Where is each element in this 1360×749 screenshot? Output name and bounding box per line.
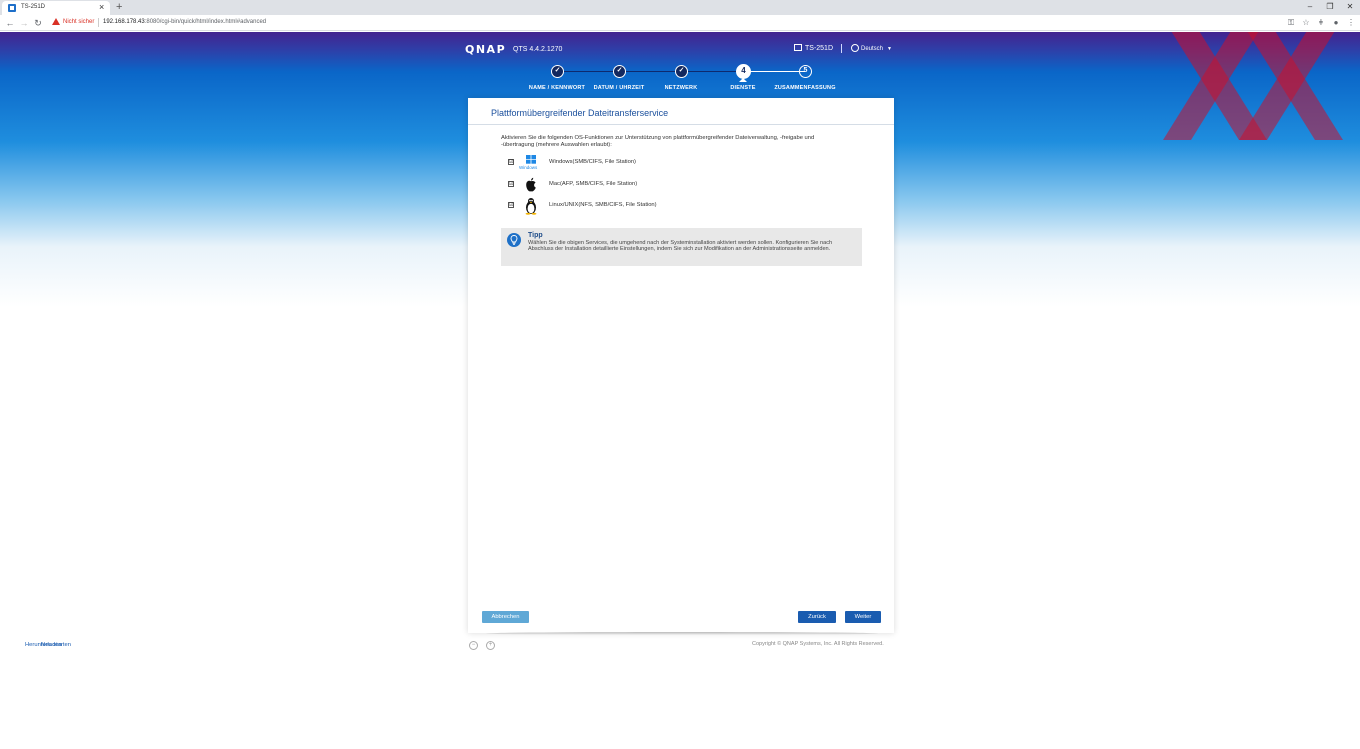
header: QNAP QTS 4.4.2.1270 TS-251D Deutsch ▼ [465,43,895,57]
security-label[interactable]: Nicht sicher [63,19,94,25]
panel-title: Plattformübergreifender Dateitransferser… [491,108,669,118]
intro-text: Aktivieren Sie die folgenden OS-Funktion… [501,135,815,148]
url-host: 192.168.178.43 [103,19,145,25]
wizard-stepper: ✓ ✓ ✓ 4 5 NAME / KENNWORT DATUM / UHRZEI… [520,64,850,94]
step-1-label: NAME / KENNWORT [528,85,586,91]
tip-text: Wählen Sie die obigen Services, die umge… [528,240,833,253]
back-button[interactable]: Zurück [798,611,836,623]
device-name-label: TS-251D [805,45,834,52]
step-connector [557,71,619,72]
windows-caption: Windows [519,165,538,170]
panel-shadow [486,632,878,635]
step-2-label: DATUM / UHRZEIT [593,85,645,91]
current-step-pointer [739,78,747,82]
browser-tab[interactable]: TS-251D × [2,1,110,15]
step-connector [681,71,743,72]
apple-logo-icon [522,176,540,194]
linux-tux-icon [522,197,540,215]
mac-checkbox[interactable]: ☑ [508,181,514,187]
menu-dots-icon[interactable]: ⋮ [1346,17,1356,29]
header-divider [841,44,842,53]
browser-tabbar: TS-251D × + – ❐ ✕ [0,0,1360,15]
address-bar: ← → ↻ Nicht sicher 192.168.178.43:8080/c… [0,15,1360,31]
mac-label: Mac(AFP, SMB/CIFS, File Station) [549,181,638,187]
qnap-favicon-icon [8,4,16,12]
back-arrow-icon[interactable]: ← [4,17,16,29]
step-5-label: ZUSAMMENFASSUNG [774,85,836,91]
next-button[interactable]: Weiter [845,611,881,623]
url-separator [98,18,99,27]
step-connector [743,71,805,72]
step-2-circle: ✓ [613,65,626,78]
close-tab-icon[interactable]: × [99,2,104,13]
globe-icon [851,44,859,52]
caret-down-icon: ▼ [887,46,892,52]
nas-icon [794,44,802,51]
minimize-button[interactable]: – [1300,0,1320,15]
step-3-label: NETZWERK [664,85,698,91]
linux-label: Linux/UNIX(NFS, SMB/CIFS, File Station) [549,202,657,208]
step-3-circle: ✓ [675,65,688,78]
minus-circle-icon[interactable]: − [469,641,478,650]
watermark-logo [1163,32,1343,140]
key-icon[interactable]: ⚿ [1286,17,1296,29]
linux-checkbox[interactable]: ☑ [508,202,514,208]
download-link[interactable]: Herunterladen Neu starten [25,642,71,648]
close-window-button[interactable]: ✕ [1340,0,1360,15]
step-1-circle: ✓ [551,65,564,78]
tip-box: Tipp Wählen Sie die obigen Services, die… [501,228,862,266]
language-selector[interactable]: Deutsch ▼ [851,44,892,52]
url-path: :8080/cgi-bin/quick/html/index.html#adva… [144,19,267,25]
tab-title: TS-251D [21,4,46,10]
copyright: Copyright © QNAP Systems, Inc. All Right… [752,641,884,647]
cancel-button[interactable]: Abbrechen [482,611,529,623]
language-label: Deutsch [861,46,884,52]
qts-version: QTS 4.4.2.1270 [513,46,563,53]
setup-page: QNAP QTS 4.4.2.1270 TS-251D Deutsch ▼ ✓ ✓… [0,32,1360,749]
profile-icon[interactable]: ● [1331,17,1341,29]
star-icon[interactable]: ☆ [1301,17,1311,29]
restart-link-label[interactable]: Neu starten [41,642,71,648]
footer-icons: − + [469,641,495,650]
reload-icon[interactable]: ↻ [32,17,44,29]
step-5-circle: 5 [799,65,812,78]
plus-circle-icon[interactable]: + [486,641,495,650]
step-connector [619,71,681,72]
new-tab-button[interactable]: + [116,0,122,14]
qnap-logo: QNAP [465,43,507,56]
toolbar-icons: ⚿ ☆ ǂ ● ⋮ [1286,17,1356,29]
title-divider [468,124,894,125]
lightbulb-icon [507,233,521,247]
warning-icon[interactable] [52,18,60,25]
tip-title: Tipp [528,232,543,239]
wizard-panel: Plattformübergreifender Dateitransferser… [468,98,894,633]
forward-arrow-icon[interactable]: → [18,17,30,29]
device-name: TS-251D [794,44,833,52]
url-field[interactable]: 192.168.178.43:8080/cgi-bin/quick/html/i… [103,19,266,25]
step-4-circle: 4 [736,64,751,79]
windows-label: Windows(SMB/CIFS, File Station) [549,159,636,165]
step-4-label: DIENSTE [730,85,756,91]
windows-checkbox[interactable]: ☑ [508,159,514,165]
restore-button[interactable]: ❐ [1320,0,1340,15]
window-controls: – ❐ ✕ [1300,0,1360,15]
extension-icon[interactable]: ǂ [1316,17,1326,29]
